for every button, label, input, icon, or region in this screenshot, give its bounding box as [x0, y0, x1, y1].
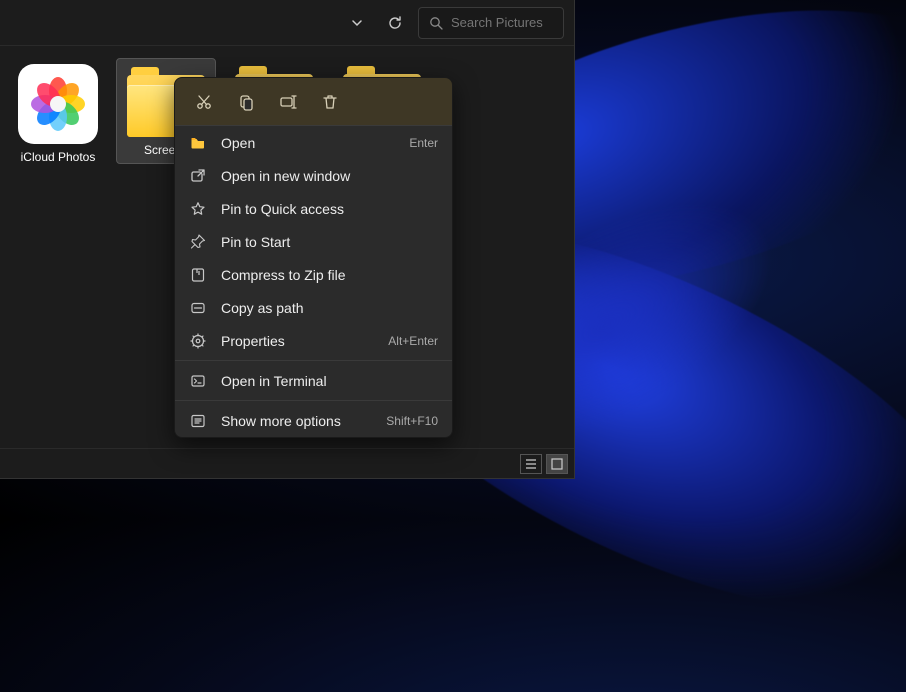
copy-path-icon — [189, 299, 207, 317]
menu-label: Open in Terminal — [221, 373, 438, 389]
refresh-button[interactable] — [380, 8, 410, 38]
menu-label: Pin to Start — [221, 234, 438, 250]
new-window-icon — [189, 167, 207, 185]
star-icon — [189, 200, 207, 218]
rename-button[interactable] — [271, 85, 305, 119]
menu-accel: Alt+Enter — [388, 334, 438, 348]
cut-button[interactable] — [187, 85, 221, 119]
menu-properties[interactable]: Properties Alt+Enter — [175, 324, 452, 357]
menu-open[interactable]: Open Enter — [175, 126, 452, 159]
context-menu: Open Enter Open in new window Pin to Qui… — [174, 77, 453, 438]
scissors-icon — [195, 93, 213, 111]
search-box[interactable] — [418, 7, 564, 39]
more-options-icon — [189, 412, 207, 430]
address-dropdown-button[interactable] — [342, 8, 372, 38]
menu-label: Pin to Quick access — [221, 201, 438, 217]
trash-icon — [321, 93, 339, 111]
folder-open-icon — [189, 134, 207, 152]
menu-label: Open — [221, 135, 395, 151]
menu-accel: Shift+F10 — [386, 414, 438, 428]
menu-open-new-window[interactable]: Open in new window — [175, 159, 452, 192]
menu-show-more-options[interactable]: Show more options Shift+F10 — [175, 404, 452, 437]
copy-icon — [237, 93, 255, 111]
details-view-button[interactable] — [520, 454, 542, 474]
menu-label: Properties — [221, 333, 374, 349]
menu-pin-quick-access[interactable]: Pin to Quick access — [175, 192, 452, 225]
status-bar — [0, 448, 574, 478]
thumbnails-view-button[interactable] — [546, 454, 568, 474]
terminal-icon — [189, 372, 207, 390]
icloud-photos-icon — [18, 64, 98, 144]
copy-button[interactable] — [229, 85, 263, 119]
menu-copy-path[interactable]: Copy as path — [175, 291, 452, 324]
menu-open-terminal[interactable]: Open in Terminal — [175, 364, 452, 397]
menu-label: Copy as path — [221, 300, 438, 316]
menu-label: Open in new window — [221, 168, 438, 184]
item-label: iCloud Photos — [21, 150, 96, 164]
context-menu-actions-row — [175, 78, 452, 126]
menu-label: Compress to Zip file — [221, 267, 438, 283]
search-input[interactable] — [451, 15, 553, 30]
menu-accel: Enter — [409, 136, 438, 150]
pin-icon — [189, 233, 207, 251]
menu-separator — [175, 400, 452, 401]
zip-icon — [189, 266, 207, 284]
delete-button[interactable] — [313, 85, 347, 119]
menu-label: Show more options — [221, 413, 372, 429]
properties-icon — [189, 332, 207, 350]
menu-pin-start[interactable]: Pin to Start — [175, 225, 452, 258]
search-icon — [429, 16, 443, 30]
menu-compress-zip[interactable]: Compress to Zip file — [175, 258, 452, 291]
rename-icon — [279, 93, 297, 111]
menu-separator — [175, 360, 452, 361]
item-icloud-photos[interactable]: iCloud Photos — [8, 58, 108, 170]
toolbar — [0, 0, 574, 46]
